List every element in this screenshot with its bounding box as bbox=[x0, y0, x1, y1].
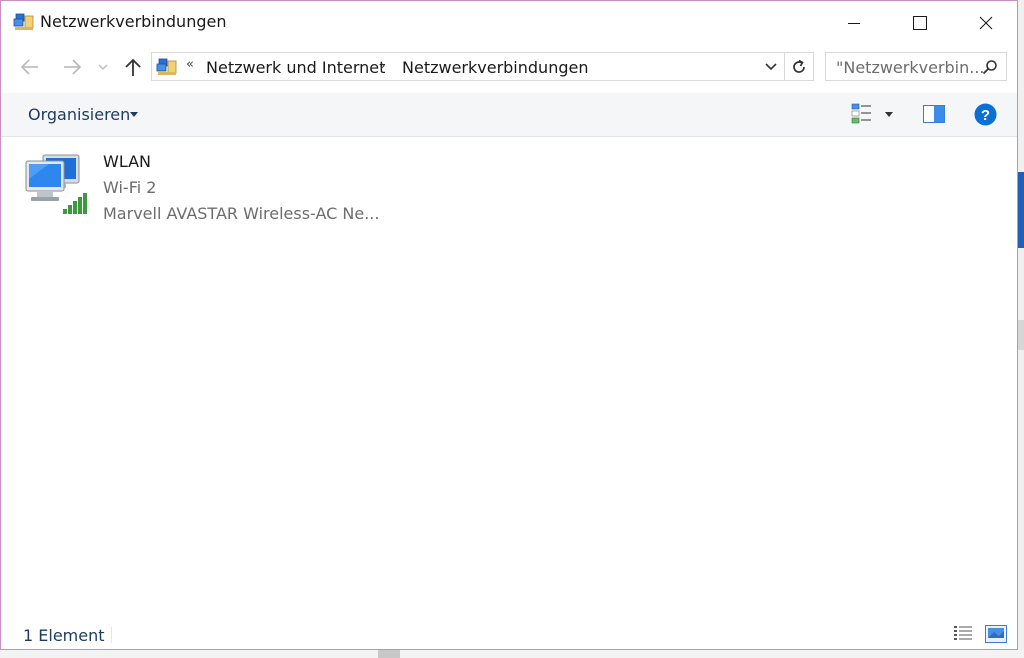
status-bar: 1 Element bbox=[1, 621, 1017, 649]
background-window-edge bbox=[1018, 0, 1024, 658]
item-count: 1 Element bbox=[23, 626, 105, 645]
connection-network: Wi-Fi 2 bbox=[103, 178, 157, 197]
connection-adapter: Marvell AVASTAR Wireless-AC Ne... bbox=[103, 204, 380, 223]
change-view-dropdown-icon[interactable] bbox=[885, 112, 893, 117]
maximize-button[interactable] bbox=[887, 1, 953, 45]
preview-pane-icon[interactable] bbox=[923, 105, 945, 123]
taskbar-edge bbox=[0, 650, 1024, 658]
search-icon[interactable] bbox=[982, 59, 998, 75]
connection-name: WLAN bbox=[103, 152, 152, 171]
forward-button[interactable] bbox=[59, 53, 85, 81]
chevron-down-icon bbox=[765, 63, 777, 71]
minimize-button[interactable] bbox=[821, 1, 887, 45]
back-arrow-icon bbox=[20, 59, 38, 75]
refresh-icon bbox=[793, 59, 805, 73]
forward-arrow-icon bbox=[64, 59, 82, 75]
address-overflow-chevron[interactable]: « bbox=[186, 57, 194, 72]
up-button[interactable] bbox=[121, 53, 145, 81]
search-box[interactable]: "Netzwerkverbin... bbox=[825, 52, 1007, 81]
minimize-icon bbox=[848, 23, 860, 24]
large-icons-view-icon[interactable] bbox=[985, 625, 1007, 643]
title-bar: Netzwerkverbindungen bbox=[1, 1, 1017, 45]
change-view-icon[interactable] bbox=[851, 103, 873, 125]
help-icon[interactable]: ? bbox=[974, 103, 997, 126]
address-bar[interactable]: « Netzwerk und Internet › Netzwerkverbin… bbox=[151, 52, 785, 81]
close-button[interactable] bbox=[953, 1, 1019, 45]
command-bar: Organisieren ? bbox=[1, 93, 1017, 137]
close-icon bbox=[979, 16, 993, 30]
details-view-icon[interactable] bbox=[953, 625, 973, 643]
breadcrumb-netzwerk-und-internet[interactable]: Netzwerk und Internet bbox=[206, 58, 385, 77]
wireless-network-icon bbox=[25, 154, 87, 214]
maximize-icon bbox=[913, 16, 927, 30]
status-divider bbox=[111, 627, 112, 643]
back-button[interactable] bbox=[17, 53, 43, 81]
organize-menu[interactable]: Organisieren bbox=[28, 105, 130, 124]
breadcrumb-separator[interactable]: › bbox=[380, 58, 386, 74]
window-title: Netzwerkverbindungen bbox=[40, 12, 227, 31]
navigation-bar: « Netzwerk und Internet › Netzwerkverbin… bbox=[1, 49, 1017, 85]
svg-text:?: ? bbox=[981, 107, 990, 124]
search-input[interactable]: "Netzwerkverbin... bbox=[836, 58, 985, 77]
organize-dropdown-icon[interactable] bbox=[130, 112, 138, 117]
breadcrumb-netzwerkverbindungen[interactable]: Netzwerkverbindungen bbox=[402, 58, 588, 77]
explorer-window: Netzwerkverbindungen « Netzwerk und Inte… bbox=[0, 0, 1018, 650]
network-folder-icon bbox=[156, 58, 177, 75]
recent-locations-button[interactable] bbox=[95, 53, 111, 81]
address-dropdown-button[interactable] bbox=[764, 59, 778, 78]
connection-item-wlan[interactable]: WLAN Wi-Fi 2 Marvell AVASTAR Wireless-AC… bbox=[23, 149, 383, 229]
refresh-button[interactable] bbox=[785, 52, 814, 81]
network-folder-icon bbox=[13, 13, 34, 30]
up-arrow-icon bbox=[125, 58, 141, 76]
recent-locations-icon bbox=[98, 64, 108, 70]
